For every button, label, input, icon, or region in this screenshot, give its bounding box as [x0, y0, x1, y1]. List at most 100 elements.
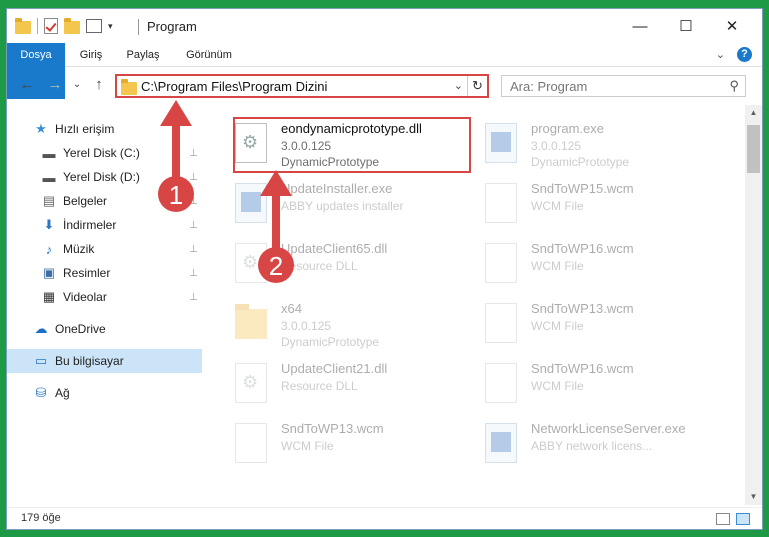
file-detail: WCM File — [281, 439, 334, 453]
file-item[interactable]: UpdateClient65.dll Resource DLL — [227, 239, 467, 295]
application-icon — [485, 423, 517, 463]
file-item[interactable]: eondynamicprototype.dll 3.0.0.125 DynamicP… — [227, 119, 467, 175]
file-item[interactable]: SndToWP13.wcm WCM File — [227, 419, 467, 475]
tab-view[interactable]: Görünüm — [181, 43, 237, 67]
title-bar: ▾ Program — ☐ ✕ — [7, 9, 762, 43]
document-icon — [485, 243, 517, 283]
documents-icon: ▤ — [42, 193, 56, 208]
scroll-down-icon[interactable]: ▼ — [745, 489, 762, 505]
pin-icon[interactable]: ⊥ — [189, 244, 198, 255]
recent-locations-button[interactable]: ⌄ — [67, 75, 87, 95]
status-bar: 179 öğe — [7, 507, 762, 529]
properties-check-icon[interactable] — [44, 18, 58, 34]
file-item[interactable]: SndToWP16.wcm WCM File — [477, 239, 717, 295]
file-item[interactable]: SndToWP15.wcm WCM File — [477, 179, 717, 235]
customize-icon[interactable] — [86, 19, 102, 33]
address-dropdown-icon[interactable]: ⌄ — [454, 79, 463, 92]
refresh-button[interactable]: ↻ — [467, 76, 487, 96]
up-button[interactable]: ↑ — [89, 75, 109, 95]
sidebar-item-label: Bu bilgisayar — [55, 354, 124, 368]
sidebar-item[interactable]: ▬ Yerel Disk (D:) ⊥ — [7, 165, 202, 189]
search-icon[interactable]: ⚲ — [729, 78, 739, 94]
details-view-icon[interactable] — [716, 513, 730, 525]
ribbon-collapse-icon[interactable]: ⌄ — [716, 48, 725, 61]
file-name: SndToWP13.wcm — [531, 301, 634, 316]
back-button[interactable]: ← — [17, 75, 37, 95]
download-icon: ⬇ — [43, 217, 55, 232]
file-name: x64 — [281, 301, 302, 316]
toolbar-separator — [37, 18, 38, 34]
sidebar-item[interactable]: ★ Hızlı erişim — [7, 117, 202, 141]
search-input[interactable]: Ara: Program ⚲ — [501, 75, 746, 97]
file-detail: DynamicPrototype — [281, 335, 380, 349]
scroll-up-icon[interactable]: ▲ — [745, 105, 762, 121]
folder-icon — [235, 304, 267, 339]
file-item[interactable]: SndToWP13.wcm WCM File — [477, 299, 717, 355]
sidebar-item[interactable]: ☁ OneDrive — [7, 317, 202, 341]
file-detail: 3.0.0.125 — [531, 139, 582, 153]
qat-dropdown-icon[interactable]: ▾ — [108, 21, 113, 32]
file-item[interactable]: SndToWP16.wcm WCM File — [477, 359, 717, 415]
file-item[interactable]: UpdateInstaller.exe ABBY updates installe… — [227, 179, 467, 235]
pin-icon[interactable]: ⊥ — [189, 268, 198, 279]
file-detail: ABBY network licens... — [531, 439, 653, 453]
title-separator — [138, 19, 139, 35]
scroll-thumb[interactable] — [747, 125, 760, 173]
sidebar-item[interactable]: ▣ Resimler ⊥ — [7, 261, 202, 285]
file-name: SndToWP16.wcm — [531, 361, 634, 376]
dll-gear-icon — [235, 363, 267, 403]
forward-button[interactable]: → — [45, 75, 65, 95]
document-icon — [235, 423, 267, 463]
large-icons-view-icon[interactable] — [736, 513, 750, 525]
sidebar-item[interactable]: ▤ Belgeler ⊥ — [7, 189, 202, 213]
file-name: UpdateInstaller.exe — [281, 181, 393, 196]
address-path[interactable]: C:\Program Files\Program Dizini — [141, 79, 327, 94]
file-name: NetworkLicenseServer.exe — [531, 421, 686, 436]
pin-icon[interactable]: ⊥ — [189, 196, 198, 207]
minimize-button[interactable]: — — [617, 9, 663, 43]
sidebar-item-label: Resimler — [63, 266, 111, 280]
sidebar-item[interactable]: ▬ Yerel Disk (C:) ⊥ — [7, 141, 202, 165]
folder-icon[interactable] — [15, 17, 31, 34]
file-list: eondynamicprototype.dll 3.0.0.125 DynamicP… — [207, 105, 740, 505]
file-item[interactable]: NetworkLicenseServer.exe ABBY network lic… — [477, 419, 717, 475]
pin-icon[interactable]: ⊥ — [189, 292, 198, 303]
onedrive-icon: ☁ — [34, 321, 48, 336]
maximize-button[interactable]: ☐ — [663, 9, 709, 43]
computer-icon: ▭ — [34, 353, 48, 368]
file-name: SndToWP13.wcm — [281, 421, 384, 436]
file-item[interactable]: program.exe 3.0.0.125 DynamicPrototype — [477, 119, 717, 175]
file-name: eondynamicprototype.dll — [281, 121, 422, 136]
file-detail: Resource DLL — [281, 259, 358, 273]
application-icon — [485, 123, 517, 163]
file-detail: DynamicPrototype — [281, 155, 380, 169]
video-icon: ▦ — [42, 289, 56, 304]
file-name: UpdateClient21.dll — [281, 361, 388, 376]
vertical-scrollbar[interactable]: ▲ ▼ — [745, 105, 762, 505]
file-item[interactable]: x64 3.0.0.125 DynamicPrototype — [227, 299, 467, 355]
help-icon[interactable]: ? — [737, 47, 752, 62]
pin-icon[interactable]: ⊥ — [189, 220, 198, 231]
document-icon — [485, 363, 517, 403]
sidebar-item[interactable]: ▦ Videolar ⊥ — [7, 285, 202, 309]
tab-home[interactable]: Giriş — [73, 43, 109, 67]
sidebar-item[interactable]: ⛁ Ağ — [7, 381, 202, 405]
navigation-bar: ← → ⌄ ↑ C:\Program Files\Program Dizini … — [7, 71, 762, 101]
quick-access-toolbar: ▾ — [15, 17, 113, 34]
file-detail: DynamicPrototype — [531, 155, 630, 169]
sidebar-item[interactable]: ▭ Bu bilgisayar — [7, 349, 202, 373]
sidebar-item[interactable]: ♪ Müzik ⊥ — [7, 237, 202, 261]
pin-icon[interactable]: ⊥ — [189, 148, 198, 159]
pin-icon[interactable]: ⊥ — [189, 172, 198, 183]
star-icon: ★ — [35, 121, 47, 136]
sidebar-item-label: Müzik — [63, 242, 95, 256]
file-item[interactable]: UpdateClient21.dll Resource DLL — [227, 359, 467, 415]
file-detail: ABBY updates installer — [281, 199, 404, 213]
address-folder-icon — [121, 79, 137, 95]
tab-share[interactable]: Paylaş — [123, 43, 163, 67]
sidebar-item[interactable]: ⬇ İndirmeler ⊥ — [7, 213, 202, 237]
document-icon — [485, 303, 517, 343]
new-folder-icon[interactable] — [64, 17, 80, 34]
close-button[interactable]: ✕ — [709, 9, 755, 43]
address-bar[interactable]: C:\Program Files\Program Dizini ⌄ ↻ — [115, 74, 489, 98]
